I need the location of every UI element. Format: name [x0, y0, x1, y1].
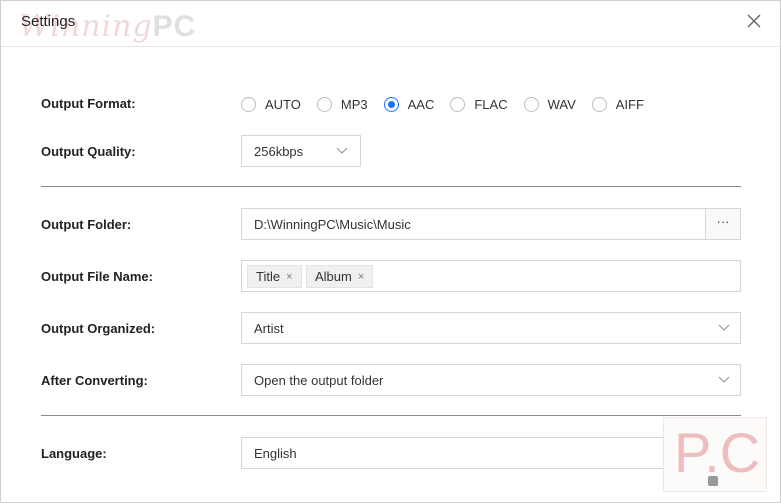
remove-tag-icon[interactable]: ×	[286, 271, 292, 283]
pc-corner-logo: P.C	[663, 417, 767, 492]
output-organized-select[interactable]: Artist	[241, 312, 741, 344]
watermark-bold-text: PC	[152, 10, 197, 43]
format-option-label: MP3	[340, 96, 368, 112]
chevron-down-icon	[718, 376, 730, 383]
output-organized-value: Artist	[254, 321, 284, 336]
radio-checked-icon	[383, 96, 399, 112]
after-converting-select[interactable]: Open the output folder	[241, 364, 741, 396]
format-option-mp3[interactable]: MP3	[316, 96, 368, 112]
browse-folder-button[interactable]: ···	[705, 208, 741, 240]
format-option-flac[interactable]: FLAC	[450, 96, 508, 112]
chevron-down-icon	[336, 147, 348, 154]
remove-tag-icon[interactable]: ×	[358, 271, 364, 283]
radio-circle-icon	[241, 96, 256, 112]
chevron-down-icon	[718, 324, 730, 331]
output-quality-select[interactable]: 256kbps	[241, 135, 361, 167]
format-option-aiff[interactable]: AIFF	[591, 96, 644, 112]
after-converting-label: After Converting:	[41, 373, 148, 388]
format-option-aac[interactable]: AAC	[383, 96, 435, 112]
format-option-auto[interactable]: AUTO	[241, 96, 301, 112]
output-file-name-label: Output File Name:	[41, 269, 153, 284]
language-label: Language:	[41, 446, 107, 461]
pc-logo-text: P.C	[674, 421, 761, 484]
tag-label: Album	[315, 269, 352, 284]
tag-label: Title	[256, 269, 281, 284]
tag-title: Title ×	[247, 265, 302, 288]
format-option-wav[interactable]: WAV	[523, 96, 576, 112]
output-file-name-tag-input[interactable]: Title × Album ×	[241, 260, 741, 292]
radio-circle-icon	[450, 96, 466, 112]
format-option-label: FLAC	[474, 96, 508, 112]
output-format-radio-group: AUTO MP3 AAC FLAC WAV AIFF	[241, 94, 660, 114]
format-option-label: AIFF	[615, 96, 644, 112]
format-option-label: AUTO	[265, 96, 301, 112]
output-organized-label: Output Organized:	[41, 321, 156, 336]
output-folder-label: Output Folder:	[41, 217, 132, 232]
radio-circle-icon	[523, 96, 539, 112]
radio-circle-icon	[316, 96, 332, 112]
output-quality-label: Output Quality:	[41, 144, 136, 159]
close-icon[interactable]	[744, 11, 764, 31]
format-option-label: WAV	[547, 96, 576, 112]
output-quality-value: 256kbps	[254, 144, 304, 159]
window-title: Settings	[21, 13, 76, 30]
output-folder-field[interactable]: D:\WinningPC\Music\Music	[241, 208, 706, 240]
section-divider	[41, 415, 741, 416]
section-divider	[41, 186, 741, 187]
pc-logo-dot	[708, 476, 718, 486]
output-format-label: Output Format:	[41, 96, 136, 111]
settings-window: WinningPC Settings Output Format: AUTO M…	[0, 0, 781, 503]
after-converting-value: Open the output folder	[254, 373, 384, 388]
title-bar: WinningPC Settings	[1, 1, 780, 47]
output-folder-path: D:\WinningPC\Music\Music	[254, 217, 411, 232]
language-value: English	[254, 446, 297, 461]
radio-circle-icon	[591, 96, 607, 112]
format-option-label: AAC	[407, 96, 435, 112]
tag-album: Album ×	[306, 265, 374, 288]
